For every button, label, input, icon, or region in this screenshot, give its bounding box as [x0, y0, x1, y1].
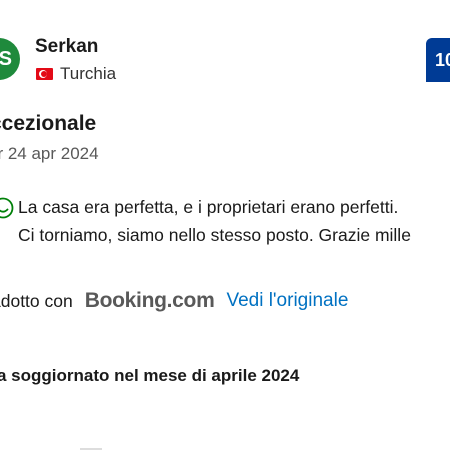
review-title: ccezionale [0, 112, 97, 135]
review-date: er 24 apr 2024 [0, 144, 99, 163]
smiley-positive-icon [0, 197, 14, 219]
translation-row: adotto con Booking.com Vedi l'originale [0, 289, 348, 313]
review-text-line-2: Ci torniamo, siamo nello stesso posto. G… [18, 225, 411, 245]
reviewer-avatar: S [0, 38, 20, 80]
view-original-link[interactable]: Vedi l'originale [226, 290, 348, 312]
review-text-line-1: La casa era perfetta, e i proprietari er… [18, 197, 399, 217]
reviewer-name: Serkan [35, 36, 99, 57]
score-value: 10 [435, 49, 450, 70]
stay-info: a soggiornato nel mese di aprile 2024 [0, 366, 300, 385]
reviewer-initial: S [0, 47, 12, 70]
score-badge: 10 [426, 38, 450, 82]
review-text: La casa era perfetta, e i proprietari er… [18, 193, 411, 249]
reviewer-country: Turchia [36, 64, 116, 84]
country-label: Turchia [60, 64, 117, 83]
turkey-flag-icon [36, 68, 53, 80]
translated-label: adotto con [0, 290, 73, 311]
booking-logo: Booking.com [84, 289, 215, 312]
